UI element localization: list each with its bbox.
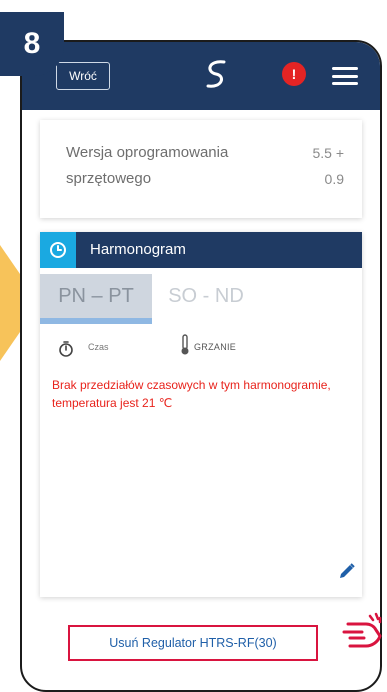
tab-weekdays[interactable]: PN – PT [40, 274, 152, 318]
pencil-edit-icon[interactable] [338, 562, 356, 580]
active-tab-indicator [40, 318, 152, 324]
tab-weekend[interactable]: SO - ND [160, 274, 252, 318]
schedule-panel: Harmonogram PN – PT SO - ND Czas GRZANIE… [40, 232, 362, 597]
schedule-header: Harmonogram [40, 232, 362, 268]
app-header: Wróć ! [22, 42, 380, 110]
hamburger-menu-icon[interactable] [332, 67, 358, 85]
back-button[interactable]: Wróć [56, 62, 110, 90]
thermometer-icon [181, 334, 189, 355]
alert-icon[interactable]: ! [282, 62, 306, 86]
pointing-hand-icon [342, 612, 382, 648]
heating-mode-label: GRZANIE [194, 342, 237, 352]
step-number-badge: 8 [0, 12, 64, 76]
firmware-label: Wersja oprogramowania sprzętowego [66, 144, 229, 187]
firmware-panel: Wersja oprogramowania sprzętowego 5.5 + … [40, 120, 362, 218]
firmware-value: 5.5 + 0.9 [312, 145, 344, 187]
clock-icon [40, 232, 76, 268]
schedule-title: Harmonogram [90, 241, 186, 258]
stopwatch-icon [59, 341, 73, 357]
empty-schedule-message: Brak przedziałów czasowych w tym harmono… [52, 378, 331, 410]
remove-device-button[interactable]: Usuń Regulator HTRS-RF(30) [68, 625, 318, 661]
swirl-logo-icon [206, 60, 226, 88]
phone-frame: Wróć ! Wersja oprogramowania sprzętowego… [20, 40, 382, 692]
time-column-label: Czas [88, 342, 109, 352]
